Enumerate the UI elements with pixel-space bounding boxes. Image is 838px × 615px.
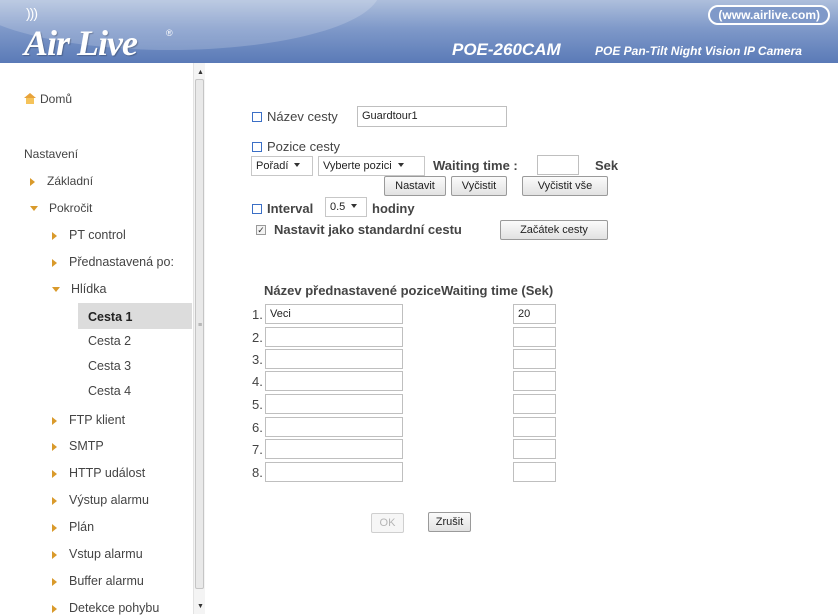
site-link[interactable]: (www.airlive.com)	[708, 5, 830, 25]
sidebar-item-guard[interactable]: Hlídka	[52, 282, 106, 296]
sidebar-item-alarm-buffer[interactable]: Buffer alarmu	[52, 574, 144, 588]
ok-button[interactable]: OK	[371, 513, 404, 533]
row-number: 5.	[252, 397, 263, 412]
table-header: Název přednastavené poziceWaiting time (…	[264, 283, 554, 298]
sidebar-item-smtp[interactable]: SMTP	[52, 439, 104, 453]
row-number: 4.	[252, 374, 263, 389]
set-button[interactable]: Nastavit	[384, 176, 446, 196]
preset-time-input[interactable]	[513, 371, 556, 391]
preset-time-input[interactable]	[513, 394, 556, 414]
sidebar-scrollbar[interactable]: ▲ ≡ ▼	[193, 63, 205, 614]
scrollbar-thumb[interactable]: ≡	[195, 79, 204, 589]
expand-arrow-icon	[52, 604, 57, 613]
row-number: 8.	[252, 465, 263, 480]
dropdown-caret-icon	[351, 204, 358, 208]
preset-name-input[interactable]	[265, 349, 403, 369]
model-name: POE-260CAM	[452, 40, 561, 59]
preset-name-input[interactable]	[265, 462, 403, 482]
airlive-logo: ))) Air Live ®	[24, 5, 173, 63]
sidebar-item-route-2[interactable]: Cesta 2	[88, 334, 131, 348]
preset-name-input[interactable]	[265, 327, 403, 347]
expand-arrow-icon	[52, 469, 57, 478]
sidebar-item-http-event[interactable]: HTTP událost	[52, 466, 145, 480]
expand-arrow-icon	[30, 177, 35, 186]
route-position-label: Pozice cesty	[252, 139, 340, 154]
clear-all-button[interactable]: Vyčistit vše	[522, 176, 608, 196]
sidebar-item-ftp[interactable]: FTP klient	[52, 413, 125, 427]
default-route-checkbox[interactable]: ✓	[256, 225, 266, 235]
header-banner: ))) Air Live ® (www.airlive.com) POE-260…	[0, 0, 838, 63]
sidebar-item-alarm-input[interactable]: Vstup alarmu	[52, 547, 143, 561]
expand-arrow-icon	[52, 258, 57, 267]
dropdown-caret-icon	[294, 163, 301, 167]
scroll-up-arrow-icon[interactable]: ▲	[197, 69, 204, 76]
preset-time-input[interactable]	[513, 462, 556, 482]
preset-time-input[interactable]	[513, 417, 556, 437]
expand-arrow-icon	[52, 231, 57, 240]
logo-waves-icon: )))	[26, 5, 38, 21]
cancel-button[interactable]: Zrušit	[428, 512, 471, 532]
preset-time-input[interactable]	[513, 327, 556, 347]
interval-select[interactable]: 0.5	[325, 197, 367, 217]
preset-name-input[interactable]	[265, 439, 403, 459]
preset-time-input[interactable]: 20	[513, 304, 556, 324]
route-name-label: Název cesty	[252, 109, 338, 124]
sidebar-item-home[interactable]: Domů	[24, 92, 72, 106]
scroll-down-arrow-icon[interactable]: ▼	[197, 603, 204, 610]
preset-time-input[interactable]	[513, 349, 556, 369]
sidebar-item-route-4[interactable]: Cesta 4	[88, 384, 131, 398]
expand-arrow-icon	[52, 550, 57, 559]
row-number: 2.	[252, 330, 263, 345]
expand-arrow-icon	[52, 416, 57, 425]
route-name-input[interactable]: Guardtour1	[357, 106, 507, 127]
collapse-arrow-icon	[52, 287, 60, 293]
expand-arrow-icon	[52, 523, 57, 532]
order-select[interactable]: Pořadí	[251, 156, 313, 176]
dropdown-caret-icon	[397, 163, 404, 167]
sidebar-item-route-1[interactable]: Cesta 1	[88, 310, 132, 324]
sidebar-item-preset[interactable]: Přednastavená po:	[52, 255, 174, 269]
seconds-label: Sek	[595, 158, 619, 173]
waiting-time-label: Waiting time :	[433, 158, 518, 173]
sidebar-item-schedule[interactable]: Plán	[52, 520, 94, 534]
logo-text: Air Live	[24, 23, 138, 63]
row-number: 1.	[252, 307, 263, 322]
clear-button[interactable]: Vyčistit	[451, 176, 507, 196]
sidebar-item-basic[interactable]: Základní	[30, 174, 93, 188]
square-bullet-icon	[252, 112, 262, 122]
expand-arrow-icon	[52, 577, 57, 586]
preset-name-input[interactable]	[265, 371, 403, 391]
expand-arrow-icon	[52, 496, 57, 505]
expand-arrow-icon	[52, 442, 57, 451]
square-bullet-icon	[252, 204, 262, 214]
square-bullet-icon	[252, 142, 262, 152]
sidebar-item-alarm-output[interactable]: Výstup alarmu	[52, 493, 149, 507]
row-number: 6.	[252, 420, 263, 435]
preset-name-input[interactable]: Veci	[265, 304, 403, 324]
collapse-arrow-icon	[30, 206, 38, 212]
row-number: 7.	[252, 442, 263, 457]
row-number: 3.	[252, 352, 263, 367]
home-icon	[24, 93, 36, 104]
position-select[interactable]: Vyberte pozici	[318, 156, 425, 176]
start-route-button[interactable]: Začátek cesty	[500, 220, 608, 240]
sidebar-item-route-3[interactable]: Cesta 3	[88, 359, 131, 373]
preset-name-input[interactable]	[265, 394, 403, 414]
hours-label: hodiny	[372, 201, 415, 216]
sidebar-item-pt-control[interactable]: PT control	[52, 228, 126, 242]
sidebar-item-advanced[interactable]: Pokročit	[30, 201, 92, 215]
preset-name-input[interactable]	[265, 417, 403, 437]
waiting-time-input[interactable]	[537, 155, 579, 175]
interval-label: Interval	[252, 201, 313, 216]
sidebar-section-settings: Nastavení	[24, 147, 79, 161]
default-route-label: Nastavit jako standardní cestu	[274, 222, 462, 237]
sidebar-item-motion-detection[interactable]: Detekce pohybu	[52, 601, 159, 615]
preset-time-input[interactable]	[513, 439, 556, 459]
model-description: POE Pan-Tilt Night Vision IP Camera	[595, 44, 802, 58]
